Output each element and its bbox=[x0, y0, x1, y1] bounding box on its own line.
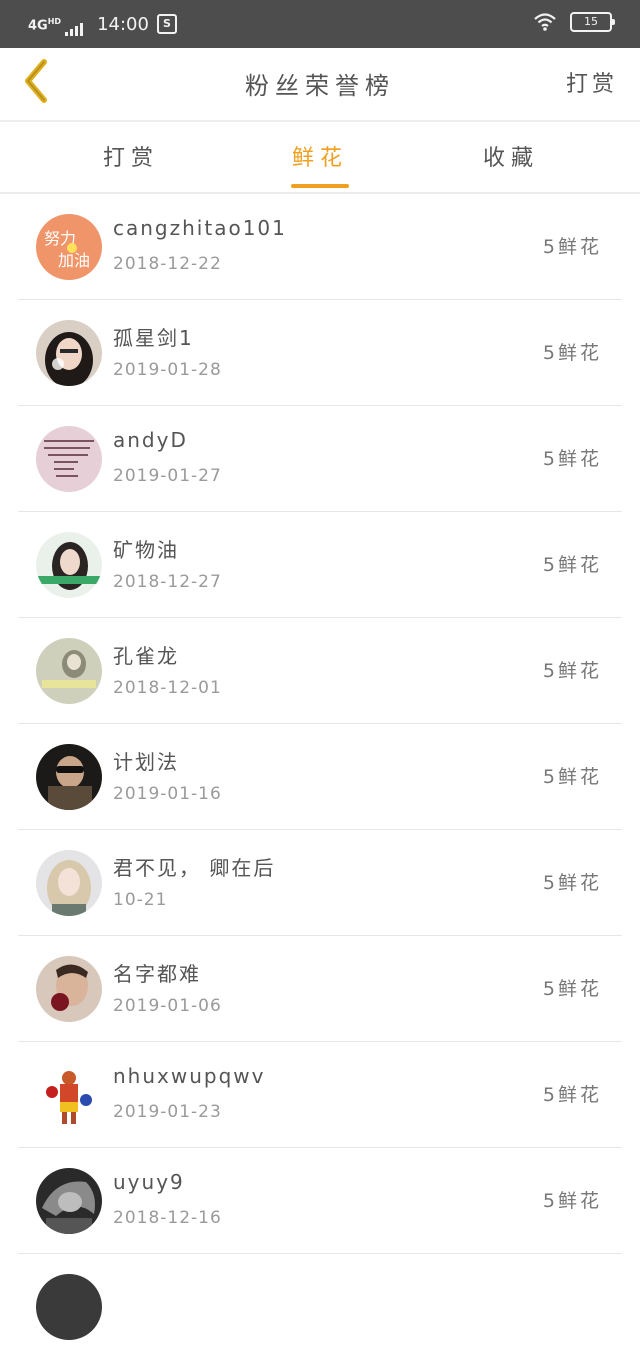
fan-name: cangzhitao101 bbox=[113, 216, 287, 240]
tab-bar: 打赏 鲜花 收藏 bbox=[0, 122, 640, 194]
tab-reward[interactable]: 打赏 bbox=[71, 140, 191, 172]
gift-count: 5鲜花 bbox=[542, 448, 602, 470]
fan-date: 2019-01-16 bbox=[113, 784, 222, 804]
man-rose-avatar bbox=[36, 956, 102, 1022]
battery-level: 15 bbox=[584, 15, 598, 28]
list-item[interactable]: uyuy9 2018-12-16 5鲜花 bbox=[18, 1148, 622, 1254]
gift-count: 5鲜花 bbox=[542, 1190, 602, 1212]
fan-name: 君不见， 卿在后 bbox=[113, 856, 276, 880]
fan-date: 10-21 bbox=[113, 890, 168, 910]
fan-name: 矿物油 bbox=[113, 538, 179, 562]
gift-count: 5鲜花 bbox=[542, 342, 602, 364]
fan-name: 孔雀龙 bbox=[113, 644, 179, 668]
list-item[interactable]: 计划法 2019-01-16 5鲜花 bbox=[18, 724, 622, 830]
faded-photo-avatar bbox=[36, 638, 102, 704]
fan-date: 2018-12-01 bbox=[113, 678, 222, 698]
fan-date: 2019-01-06 bbox=[113, 996, 222, 1016]
boxer-avatar bbox=[36, 1062, 102, 1128]
reward-button[interactable]: 打赏 bbox=[566, 66, 618, 98]
fan-name: 名字都难 bbox=[113, 962, 201, 986]
girl-portrait-avatar bbox=[36, 320, 102, 386]
fan-date: 2019-01-23 bbox=[113, 1102, 222, 1122]
nav-bar: 粉丝荣誉榜 打赏 bbox=[0, 48, 640, 122]
fan-date: 2019-01-28 bbox=[113, 360, 222, 380]
blonde-girl-avatar bbox=[36, 850, 102, 916]
battery-icon: 15 bbox=[570, 12, 615, 32]
tab-favorites[interactable]: 收藏 bbox=[451, 140, 571, 172]
fan-name: uyuy9 bbox=[113, 1170, 185, 1194]
fan-date: 2018-12-22 bbox=[113, 254, 222, 274]
list-item-partial[interactable] bbox=[18, 1254, 622, 1359]
page-title: 粉丝荣誉榜 bbox=[245, 72, 395, 100]
list-item[interactable]: 孤星剑1 2019-01-28 5鲜花 bbox=[18, 300, 622, 406]
list-item[interactable]: 孔雀龙 2018-12-01 5鲜花 bbox=[18, 618, 622, 724]
gift-count: 5鲜花 bbox=[542, 872, 602, 894]
list-item[interactable]: 名字都难 2019-01-06 5鲜花 bbox=[18, 936, 622, 1042]
fan-date: 2018-12-27 bbox=[113, 572, 222, 592]
woman-green-avatar bbox=[36, 532, 102, 598]
network-type: 4G bbox=[28, 18, 48, 34]
notification-app-icon: S bbox=[156, 14, 177, 34]
clock: 14:00 bbox=[97, 13, 149, 35]
fan-date: 2019-01-27 bbox=[113, 466, 222, 486]
orange-sticker-avatar: 努力 加油 bbox=[36, 214, 102, 280]
status-bar: 4GHD 14:00 S 15 bbox=[0, 0, 640, 48]
sunglasses-avatar bbox=[36, 744, 102, 810]
fan-name: 孤星剑1 bbox=[113, 326, 194, 350]
fan-name: 计划法 bbox=[113, 750, 179, 774]
gift-count: 5鲜花 bbox=[542, 978, 602, 1000]
network-indicator: 4GHD bbox=[28, 16, 61, 32]
list-item[interactable]: andyD 2019-01-27 5鲜花 bbox=[18, 406, 622, 512]
list-item[interactable]: nhuxwupqwv 2019-01-23 5鲜花 bbox=[18, 1042, 622, 1148]
list-item[interactable]: 君不见， 卿在后 10-21 5鲜花 bbox=[18, 830, 622, 936]
partial-avatar bbox=[36, 1274, 102, 1340]
signal-icon bbox=[65, 22, 84, 36]
gift-count: 5鲜花 bbox=[542, 236, 602, 258]
fan-date: 2018-12-16 bbox=[113, 1208, 222, 1228]
network-hd: HD bbox=[47, 16, 62, 26]
pink-text-avatar bbox=[36, 426, 102, 492]
gift-count: 5鲜花 bbox=[542, 766, 602, 788]
svg-text:加油: 加油 bbox=[58, 251, 90, 270]
gift-count: 5鲜花 bbox=[542, 554, 602, 576]
list-item[interactable]: 努力 加油 cangzhitao101 2018-12-22 5鲜花 bbox=[18, 194, 622, 300]
tab-flowers[interactable]: 鲜花 bbox=[260, 140, 380, 172]
list-item[interactable]: 矿物油 2018-12-27 5鲜花 bbox=[18, 512, 622, 618]
gift-count: 5鲜花 bbox=[542, 660, 602, 682]
warrior-avatar bbox=[36, 1168, 102, 1234]
status-left: 4GHD 14:00 S bbox=[28, 10, 177, 38]
fan-name: nhuxwupqwv bbox=[113, 1064, 266, 1088]
fan-name: andyD bbox=[113, 428, 188, 452]
gift-count: 5鲜花 bbox=[542, 1084, 602, 1106]
active-tab-indicator bbox=[291, 184, 349, 188]
fan-list: 努力 加油 cangzhitao101 2018-12-22 5鲜花 孤星剑1 … bbox=[0, 194, 640, 1359]
wifi-icon bbox=[534, 13, 556, 31]
status-right: 15 bbox=[534, 12, 615, 32]
